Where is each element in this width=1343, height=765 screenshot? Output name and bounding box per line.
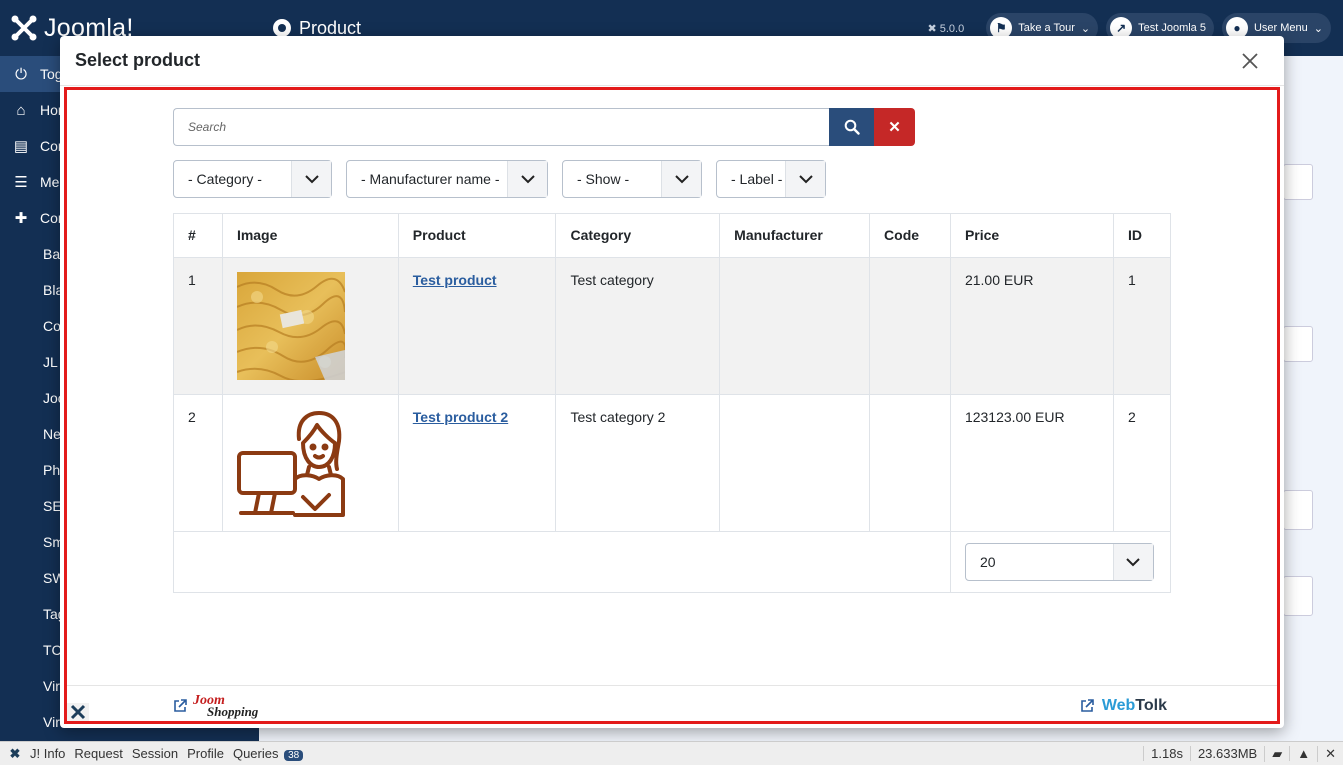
- code-cell: [869, 394, 951, 532]
- modal-footer: Joom Shopping WebTolk: [67, 685, 1277, 721]
- id-cell: 1: [1112, 257, 1172, 395]
- row-number: 1: [173, 257, 223, 395]
- person-at-computer-icon[interactable]: [236, 409, 345, 517]
- external-link-icon: [174, 699, 187, 712]
- label-filter-select[interactable]: - Label -: [716, 160, 826, 198]
- queries-count-badge: 38: [284, 750, 304, 761]
- show-filter-select[interactable]: - Show -: [562, 160, 702, 198]
- limit-cell: 20: [949, 531, 1172, 593]
- external-link-icon: [1081, 699, 1094, 712]
- column-header: Category: [555, 213, 721, 258]
- category-cell: Test category 2: [555, 394, 721, 532]
- debug-tab[interactable]: J! Info: [30, 746, 65, 761]
- column-header: Code: [869, 213, 951, 258]
- debug-tab[interactable]: Request: [74, 746, 122, 761]
- joomla-debug-icon[interactable]: ✖: [0, 746, 30, 762]
- chevron-down-icon: [507, 161, 547, 197]
- filter-label: - Manufacturer name -: [361, 171, 500, 187]
- joomla-small-icon: [67, 703, 89, 721]
- code-cell: [869, 257, 951, 395]
- column-header: ID: [1112, 213, 1172, 258]
- modal-body-frame: Search ✕ - Category - - Manufacturer nam…: [64, 87, 1280, 724]
- select-product-modal: Select product Search ✕ - Category - - M…: [60, 36, 1284, 728]
- product-link[interactable]: Test product 2: [413, 409, 508, 425]
- column-header: #: [173, 213, 223, 258]
- product-link[interactable]: Test product: [413, 272, 497, 288]
- table-header-row: # Image Product Category Manufacturer Co…: [173, 213, 1172, 258]
- folder-open-icon[interactable]: ▰: [1264, 745, 1289, 762]
- chevron-down-icon: [1112, 544, 1153, 580]
- chevron-down-icon: [291, 161, 331, 197]
- debug-bar: ✖ J! Info Request Session Profile Querie…: [0, 741, 1343, 765]
- webtolk-logo: WebTolk: [1102, 697, 1167, 715]
- search-placeholder: Search: [188, 120, 227, 134]
- webtolk-link[interactable]: WebTolk: [1080, 697, 1167, 715]
- chevron-down-icon: [785, 161, 825, 197]
- joomshopping-link[interactable]: Joom Shopping: [173, 694, 259, 719]
- modal-title: Select product: [75, 50, 201, 70]
- filter-label: - Label -: [731, 171, 783, 187]
- filter-label: - Category -: [188, 171, 262, 187]
- request-time: 1.18s: [1143, 746, 1190, 761]
- pagination-row: 20: [173, 531, 1172, 593]
- column-header: Product: [397, 213, 557, 258]
- search-input[interactable]: Search: [173, 108, 829, 146]
- row-number: 2: [173, 394, 223, 532]
- debug-tab-queries[interactable]: Queries 38: [232, 746, 304, 761]
- product-cell: Test product 2: [397, 394, 557, 532]
- debug-tab-label: Queries: [232, 746, 279, 761]
- pagination-spacer: [173, 531, 951, 593]
- close-icon[interactable]: ✕: [1317, 745, 1343, 762]
- id-cell: 2: [1112, 394, 1172, 532]
- chevron-down-icon: [661, 161, 701, 197]
- filter-bar: - Category - - Manufacturer name - - Sho…: [173, 160, 826, 198]
- manufacturer-filter-select[interactable]: - Manufacturer name -: [346, 160, 548, 198]
- table-row: 2 Test product 2 Test category 2 123123.…: [173, 394, 1172, 532]
- product-cell: Test product: [397, 257, 557, 395]
- debug-tab[interactable]: Session: [132, 746, 178, 761]
- webtolk-logo-a: Web: [1101, 697, 1136, 714]
- category-filter-select[interactable]: - Category -: [173, 160, 332, 198]
- price-cell: 21.00 EUR: [949, 257, 1114, 395]
- joomshopping-logo-bottom: Shopping: [207, 704, 259, 719]
- joomshopping-logo: Joom Shopping: [193, 694, 259, 719]
- products-table: # Image Product Category Manufacturer Co…: [173, 213, 1172, 593]
- filter-label: - Show -: [577, 171, 630, 187]
- debug-tab[interactable]: Profile: [187, 746, 224, 761]
- manufacturer-cell: [719, 257, 871, 395]
- search-icon: [844, 119, 860, 135]
- modal-header: Select product: [60, 36, 1284, 86]
- close-icon: [1242, 52, 1258, 69]
- column-header: Manufacturer: [719, 213, 871, 258]
- column-header: Price: [949, 213, 1114, 258]
- price-cell: 123123.00 EUR: [949, 394, 1114, 532]
- image-cell: [221, 257, 399, 395]
- close-button[interactable]: [1238, 49, 1262, 73]
- clear-search-button[interactable]: ✕: [874, 108, 915, 146]
- category-cell: Test category: [555, 257, 721, 395]
- image-cell: [221, 394, 399, 532]
- chevron-up-icon[interactable]: ▲: [1289, 746, 1317, 761]
- webtolk-logo-b: Tolk: [1135, 697, 1167, 714]
- search-bar: Search ✕: [173, 108, 915, 146]
- limit-value: 20: [979, 554, 996, 570]
- manufacturer-cell: [719, 394, 871, 532]
- memory-usage: 23.633MB: [1189, 746, 1264, 761]
- close-icon: ✕: [888, 119, 901, 136]
- list-limit-select[interactable]: 20: [964, 543, 1154, 581]
- column-header: Image: [221, 213, 399, 258]
- knitted-fabric-photo[interactable]: [236, 272, 345, 380]
- search-button[interactable]: [829, 108, 874, 146]
- table-row: 1 Test product Test category 21.00 EUR 1: [173, 257, 1172, 395]
